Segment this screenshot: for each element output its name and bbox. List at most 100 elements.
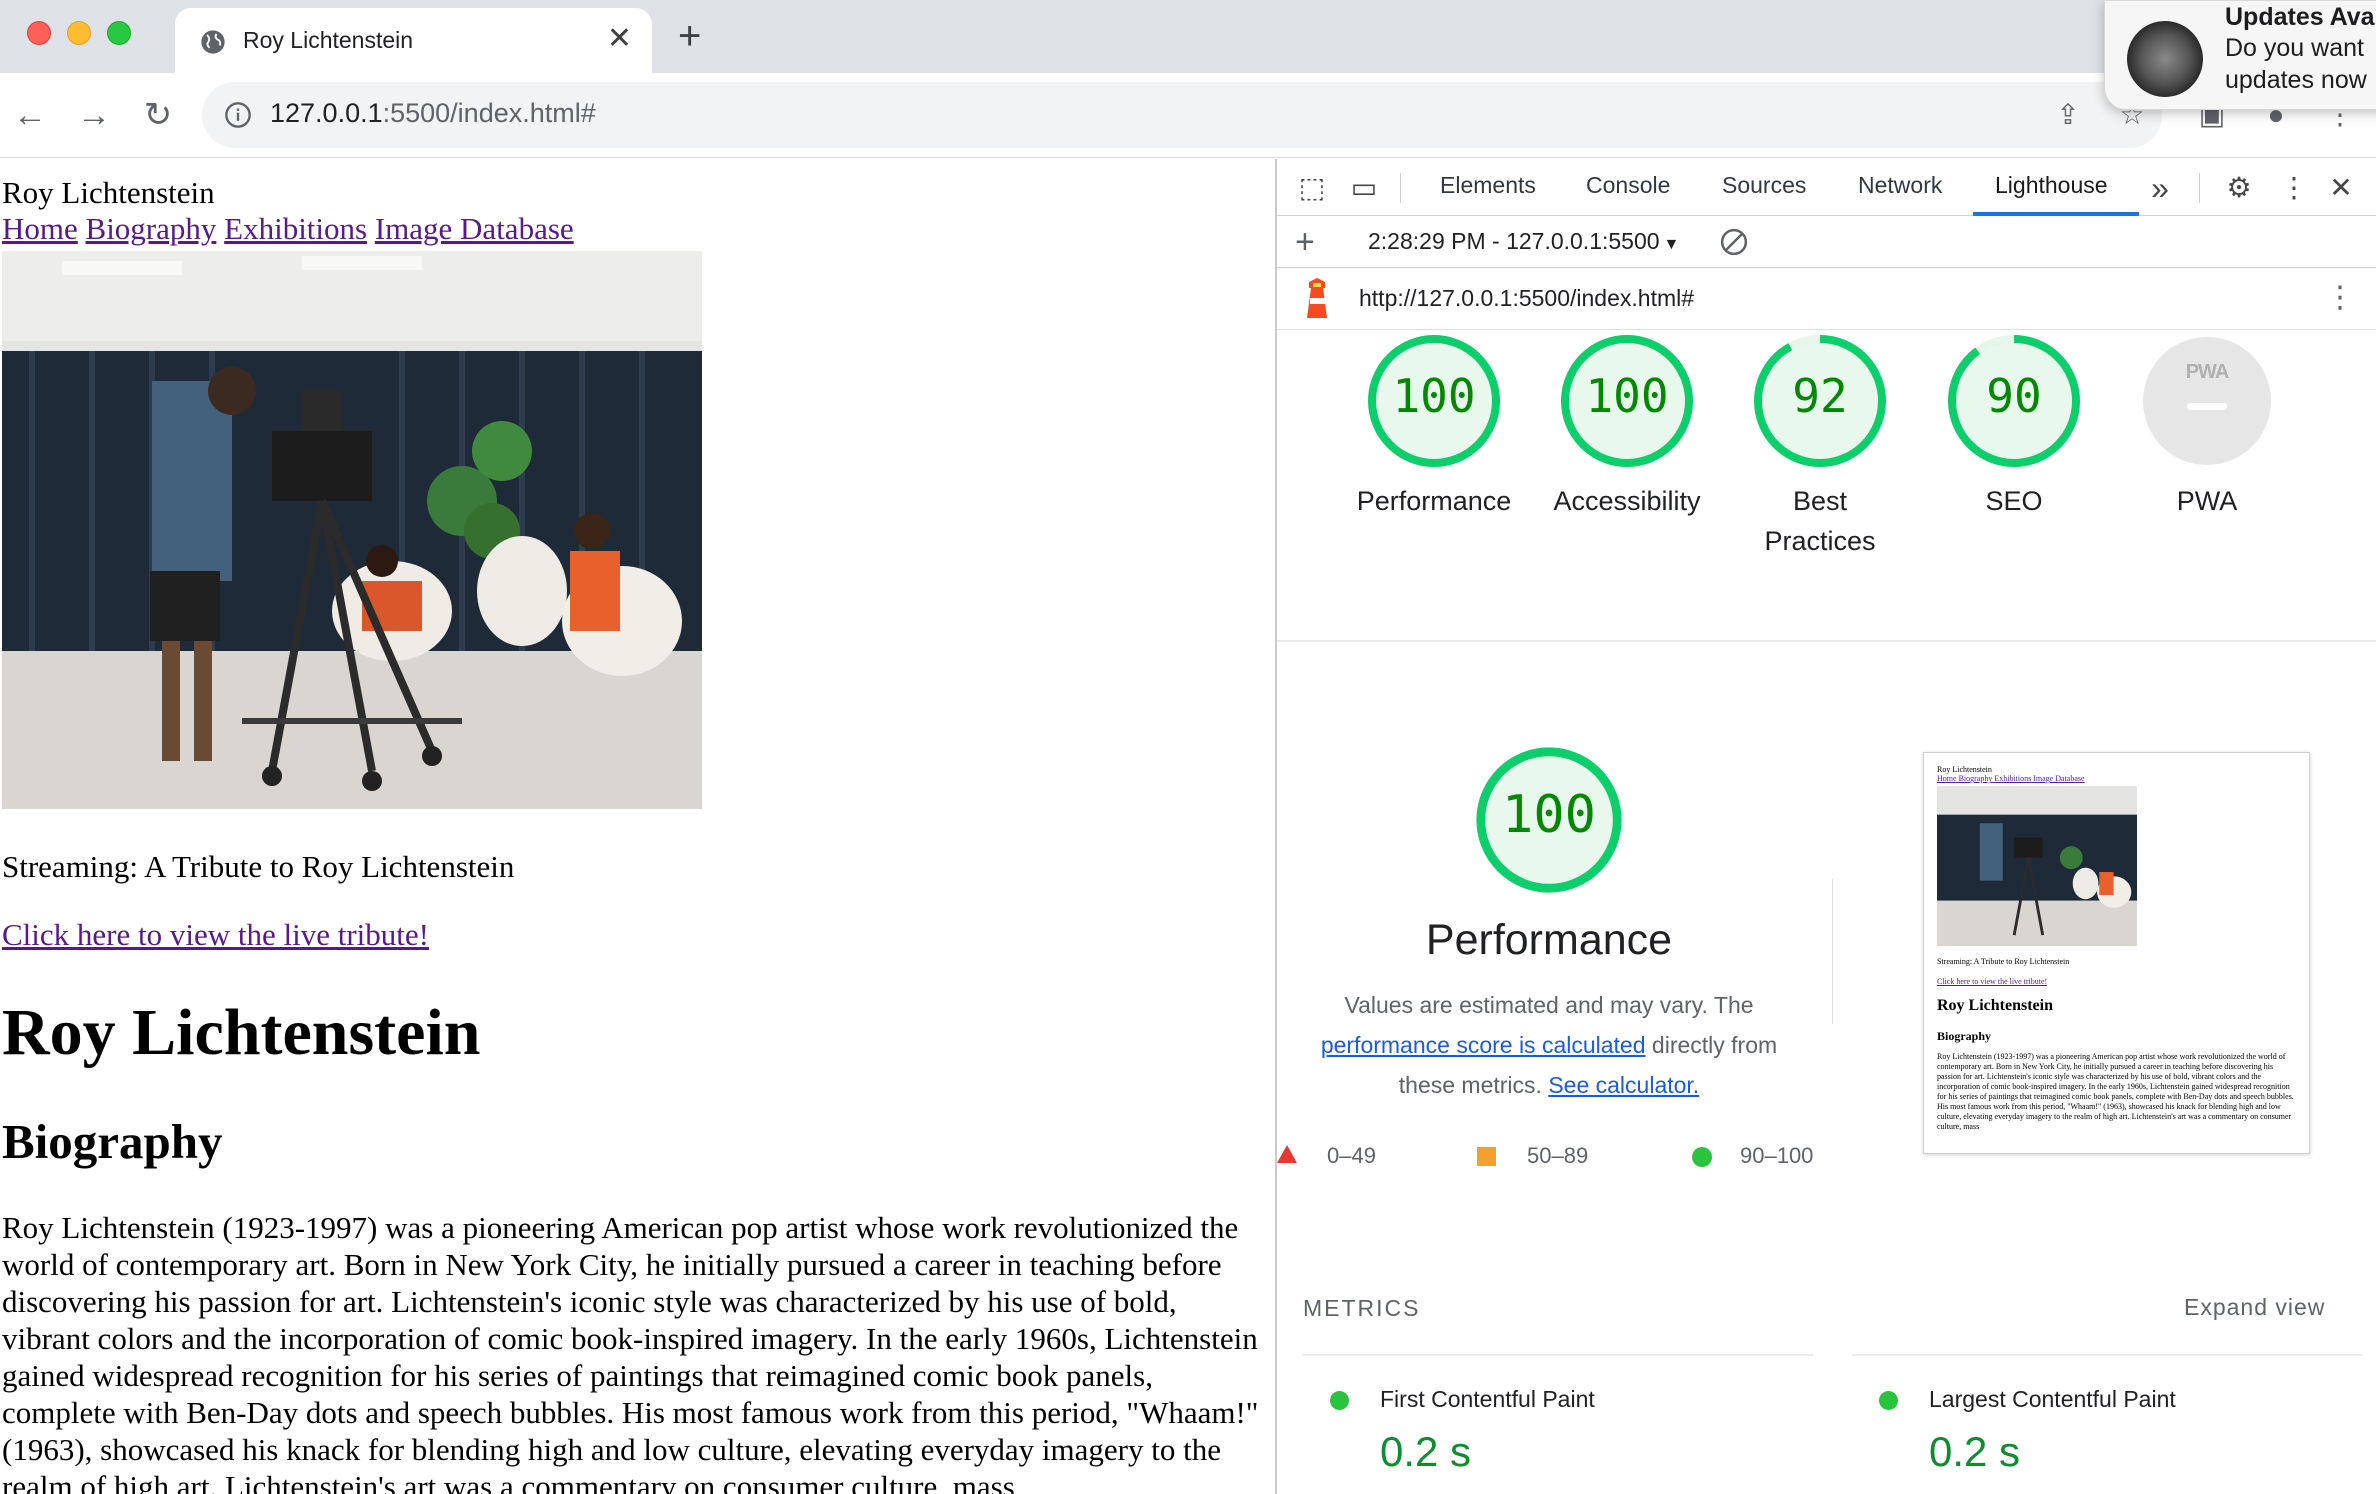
thumb-live-link: Click here to view the live tribute!	[1937, 977, 2048, 986]
final-screenshot-thumbnail[interactable]: Roy Lichtenstein Home Biography Exhibiti…	[1923, 752, 2310, 1154]
nav-link-image-database[interactable]: Image Database	[375, 211, 574, 246]
more-tabs-icon[interactable]: »	[2143, 171, 2177, 205]
thumb-photo	[1937, 786, 2137, 946]
update-notification[interactable]: Updates Ava Do you want updates now	[2104, 0, 2376, 110]
back-button[interactable]: ←	[8, 93, 52, 137]
gauge-label: Performance	[1356, 486, 1512, 516]
new-tab-button[interactable]: +	[678, 14, 701, 58]
new-report-icon[interactable]: +	[1295, 222, 1315, 262]
browser-tab[interactable]: Roy Lichtenstein ✕	[175, 8, 652, 73]
site-info-icon[interactable]	[224, 101, 252, 129]
close-tab-icon[interactable]: ✕	[607, 22, 632, 56]
biography-heading: Biography	[2, 1114, 223, 1169]
notification-title: Updates Ava	[2225, 3, 2375, 31]
expand-view-toggle[interactable]: Expand view	[2184, 1294, 2325, 1321]
gauge-best-practices[interactable]: 92 Best Practices	[1725, 331, 1915, 556]
performance-description: Values are estimated and may vary. The p…	[1320, 992, 1778, 1098]
url-text[interactable]: 127.0.0.1:5500/index.html#	[270, 98, 596, 129]
thumb-heading: Roy Lichtenstein	[1937, 997, 2053, 1014]
page-heading: Roy Lichtenstein	[2, 996, 481, 1069]
metric-divider	[1852, 1354, 2362, 1356]
pass-circle-icon	[1330, 1391, 1349, 1410]
pass-circle-icon	[1879, 1391, 1898, 1410]
pass-circle-icon	[1692, 1147, 1712, 1167]
close-window-button[interactable]	[27, 21, 51, 45]
site-nav: Home Biography Exhibitions Image Databas…	[2, 211, 574, 247]
thumb-stream-text: Streaming: A Tribute to Roy Lichtenstein	[1937, 957, 2070, 966]
divider	[2199, 173, 2200, 203]
devtools-panel: ⬚ ▭ Elements Console Sources Network Lig…	[1275, 159, 2376, 1494]
see-calculator-link[interactable]: See calculator.	[1548, 1072, 1699, 1098]
score-calculated-link[interactable]: performance score is calculated	[1321, 1032, 1646, 1058]
settings-gear-icon[interactable]: ⚙	[2222, 171, 2256, 205]
report-menu-icon[interactable]: ⋮	[2325, 278, 2355, 318]
gauge-value: 100	[1585, 369, 1669, 423]
metrics-heading: METRICS	[1303, 1295, 1421, 1321]
gauge-performance[interactable]: 100 Performance	[1339, 331, 1529, 516]
metric-value-fcp: 0.2 s	[1380, 1428, 1472, 1475]
globe-icon	[201, 30, 225, 54]
lighthouse-url-bar: http://127.0.0.1:5500/index.html# ⋮	[1277, 268, 2376, 330]
thumb-nav: Home Biography Exhibitions Image Databas…	[1937, 774, 2085, 783]
tab-console[interactable]: Console	[1586, 172, 1670, 199]
pwa-badge-text: PWA	[2185, 361, 2230, 383]
tab-network[interactable]: Network	[1858, 172, 1942, 199]
address-bar[interactable]: 127.0.0.1:5500/index.html#	[202, 82, 2162, 148]
minimize-window-button[interactable]	[67, 21, 91, 45]
gauge-label: Best Practices	[1764, 486, 1876, 556]
device-toolbar-icon[interactable]: ▭	[1347, 171, 1381, 205]
legend-average: 50–89	[1527, 1143, 1589, 1168]
divider	[1400, 173, 1401, 203]
report-url: http://127.0.0.1:5500/index.html#	[1359, 285, 1695, 311]
average-square-icon	[1477, 1147, 1496, 1166]
pwa-badge-icon	[2143, 337, 2271, 465]
stream-text: Streaming: A Tribute to Roy Lichtenstein	[2, 849, 515, 884]
fullscreen-window-button[interactable]	[107, 21, 131, 45]
close-devtools-icon[interactable]: ✕	[2324, 171, 2358, 205]
share-icon[interactable]: ⇪	[2048, 95, 2088, 135]
gauge-accessibility[interactable]: 100 Accessibility	[1532, 331, 1722, 516]
thumb-bio: Roy Lichtenstein (1923-1997) was a pione…	[1937, 1052, 2294, 1131]
gauge-seo[interactable]: 90 SEO	[1919, 331, 2109, 516]
metric-divider	[1303, 1354, 1813, 1356]
inspect-element-icon[interactable]: ⬚	[1295, 171, 1329, 205]
gauge-label: PWA	[2176, 486, 2238, 516]
nav-link-home[interactable]: Home	[2, 211, 78, 246]
clear-reports-icon[interactable]	[1719, 227, 1749, 257]
tab-lighthouse[interactable]: Lighthouse	[1995, 172, 2108, 199]
fail-triangle-icon	[1277, 1145, 1297, 1163]
performance-title: Performance	[1425, 916, 1673, 964]
reload-button[interactable]: ↻	[136, 93, 180, 137]
tab-title: Roy Lichtenstein	[243, 27, 414, 53]
gauge-pwa[interactable]: PWA PWA	[2112, 331, 2302, 516]
browser-toolbar: ← → ↻ 127.0.0.1:5500/index.html# ⇪ ☆ ▣ ●…	[0, 73, 2376, 158]
live-tribute-link[interactable]: Click here to view the live tribute!	[2, 917, 429, 953]
performance-big-score: 100	[1502, 785, 1596, 845]
tab-sources[interactable]: Sources	[1722, 172, 1806, 199]
legend-pass: 90–100	[1740, 1143, 1814, 1168]
nav-link-exhibitions[interactable]: Exhibitions	[224, 211, 367, 246]
thumb-site-title: Roy Lichtenstein	[1937, 765, 1992, 774]
legend-fail: 0–49	[1327, 1143, 1376, 1168]
gauge-value: 100	[1392, 369, 1476, 423]
metric-name-lcp: Largest Contentful Paint	[1929, 1386, 2176, 1412]
forward-button[interactable]: →	[72, 93, 116, 137]
vertical-divider	[1832, 879, 1833, 1024]
metric-name-fcp: First Contentful Paint	[1380, 1386, 1595, 1412]
tab-strip: Roy Lichtenstein ✕ +	[0, 0, 2376, 73]
gauge-label: SEO	[1985, 486, 2043, 516]
nav-link-biography[interactable]: Biography	[86, 211, 217, 246]
thumb-subheading: Biography	[1937, 1029, 1992, 1043]
score-gauges: 100 Performance 100 Accessibility 92 Bes…	[1277, 331, 2376, 631]
tab-elements[interactable]: Elements	[1440, 172, 1536, 199]
devtools-menu-icon[interactable]: ⋮	[2277, 171, 2311, 205]
site-title: Roy Lichtenstein	[2, 175, 215, 210]
lighthouse-toolbar: + 2:28:29 PM - 127.0.0.1:5500 ▼	[1277, 216, 2376, 268]
hero-photo	[2, 251, 702, 809]
system-settings-gear-icon	[2127, 21, 2203, 97]
biography-text: Roy Lichtenstein (1923-1997) was a pione…	[2, 1210, 1259, 1494]
devtools-tabbar: ⬚ ▭ Elements Console Sources Network Lig…	[1277, 159, 2376, 216]
report-selector[interactable]: 2:28:29 PM - 127.0.0.1:5500 ▼	[1368, 228, 1679, 255]
page-viewport: Roy Lichtenstein Home Biography Exhibiti…	[0, 159, 1275, 1494]
gauge-value: 90	[1986, 369, 2042, 423]
